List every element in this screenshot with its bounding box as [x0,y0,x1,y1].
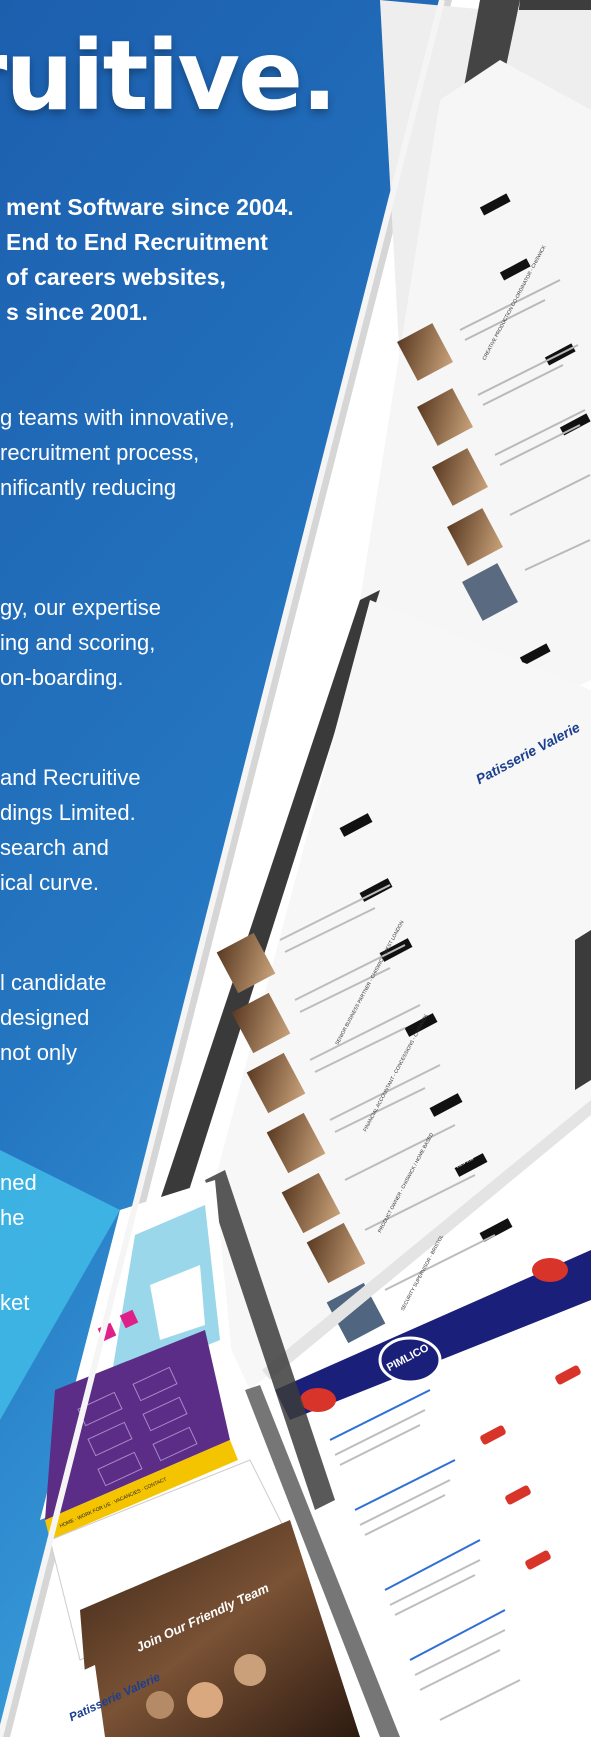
para1-line-2: recruitment process, [0,440,200,465]
dark-strip-mid [575,930,591,1090]
para2-line-3: on-boarding. [0,665,124,690]
intro-line-4: s since 2001. [6,299,148,325]
para5-line-1: ned [0,1170,37,1195]
para1-line-1: g teams with innovative, [0,405,235,430]
paragraph-6: ket [0,1285,29,1320]
para4-line-2: designed [0,1005,90,1030]
paragraph-2: gy, our expertise ing and scoring, on-bo… [0,590,161,695]
intro-paragraph: ment Software since 2004. End to End Rec… [0,190,294,330]
para4-line-1: l candidate [0,970,107,995]
para3-line-4: ical curve. [0,870,100,895]
paragraph-3: and Recruitive dings Limited. search and… [0,760,141,900]
headline: ruitive. [0,20,338,132]
intro-line-2: End to End Recruitment [6,229,268,255]
para2-line-1: gy, our expertise [0,595,162,620]
collage-canvas: ruitive. ment Software since 2004. End t… [0,0,591,1737]
para5-line-2: he [0,1205,25,1230]
para3-line-3: search and [0,835,109,860]
para2-line-2: ing and scoring, [0,630,156,655]
intro-line-1: ment Software since 2004. [6,194,294,220]
paragraph-1: g teams with innovative, recruitment pro… [0,400,235,505]
para1-line-3: nificantly reducing [0,475,177,500]
paragraph-4: l candidate designed not only [0,965,106,1070]
para3-line-2: dings Limited. [0,800,136,825]
intro-line-3: of careers websites, [6,264,226,290]
para3-line-1: and Recruitive [0,765,141,790]
para4-line-3: not only [0,1040,78,1065]
para6-line-1: ket [0,1290,30,1315]
paragraph-5: ned he [0,1165,37,1235]
